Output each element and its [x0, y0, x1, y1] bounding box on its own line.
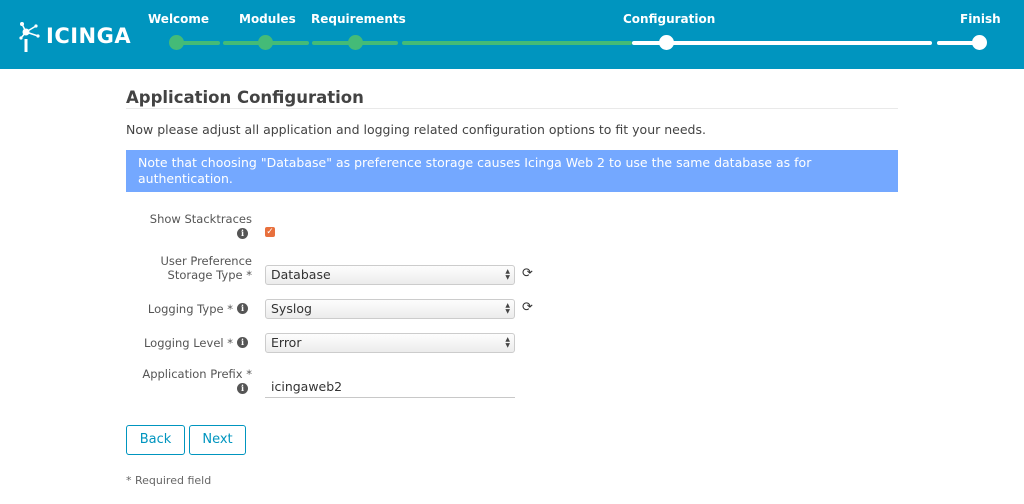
progress-bar-configuration: [632, 41, 932, 45]
step-dot-finish[interactable]: [972, 35, 987, 50]
preference-storage-label-line2: Storage Type *: [167, 268, 252, 282]
logo-text: ICINGA: [46, 24, 132, 48]
select-arrows-icon: ▲ ▼: [505, 336, 510, 349]
select-arrows-icon: ▲ ▼: [505, 302, 510, 315]
intro-text: Now please adjust all application and lo…: [126, 122, 706, 137]
logging-type-label: Logging Type *: [147, 302, 233, 316]
step-dot-welcome[interactable]: [169, 35, 184, 50]
next-button[interactable]: Next: [189, 425, 246, 455]
application-prefix-label: Application Prefix *: [142, 367, 252, 381]
step-dot-modules[interactable]: [258, 35, 273, 50]
notice-box: Note that choosing "Database" as prefere…: [126, 150, 898, 192]
preference-storage-value: Database: [271, 267, 331, 282]
step-requirements[interactable]: Requirements: [311, 12, 406, 26]
step-dot-configuration[interactable]: [659, 35, 674, 50]
info-icon[interactable]: i: [237, 228, 248, 239]
logging-level-value: Error: [271, 335, 302, 350]
show-stacktraces-label: Show Stacktraces: [149, 212, 252, 226]
refresh-icon[interactable]: ⟳: [522, 266, 533, 281]
info-icon[interactable]: i: [237, 337, 248, 348]
icinga-logo-icon: [19, 22, 40, 52]
step-modules[interactable]: Modules: [239, 12, 296, 26]
page-title: Application Configuration: [126, 88, 364, 107]
step-configuration[interactable]: Configuration: [623, 12, 715, 26]
wizard-header: ICINGA Welcome Modules Requirements Conf…: [0, 0, 1024, 69]
logging-type-value: Syslog: [271, 301, 312, 316]
refresh-icon[interactable]: ⟳: [522, 300, 533, 315]
logging-type-select[interactable]: Syslog ▲ ▼: [265, 299, 515, 319]
step-finish[interactable]: Finish: [960, 12, 1001, 26]
step-dot-requirements[interactable]: [348, 35, 363, 50]
title-divider: [126, 108, 898, 109]
show-stacktraces-checkbox[interactable]: ✓: [265, 227, 275, 237]
preference-storage-select[interactable]: Database ▲ ▼: [265, 265, 515, 285]
select-arrows-icon: ▲ ▼: [505, 268, 510, 281]
progress-bar-configuration-done: [402, 41, 632, 45]
back-button[interactable]: Back: [126, 425, 185, 455]
preference-storage-label-line1: User Preference: [160, 254, 252, 268]
logging-level-select[interactable]: Error ▲ ▼: [265, 333, 515, 353]
icinga-logo: ICINGA: [18, 18, 131, 54]
required-field-note: * Required field: [126, 474, 212, 487]
step-welcome[interactable]: Welcome: [148, 12, 209, 26]
info-icon[interactable]: i: [237, 303, 248, 314]
logging-level-label: Logging Level *: [143, 336, 233, 350]
info-icon[interactable]: i: [237, 383, 248, 394]
application-prefix-input[interactable]: icingaweb2: [265, 376, 515, 398]
